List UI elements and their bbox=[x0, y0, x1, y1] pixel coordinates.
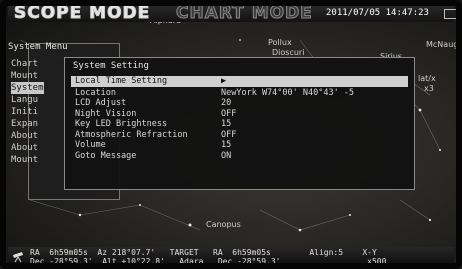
system-setting-title: System Setting bbox=[73, 61, 149, 71]
setting-value: 15 bbox=[221, 119, 232, 129]
sky-label-star: lat/x bbox=[418, 74, 436, 83]
menu-item-about[interactable]: About bbox=[11, 142, 44, 154]
status-line-2: Dec -28°59.3' Alt +10°22.8' Adara Dec -2… bbox=[30, 257, 387, 266]
setting-value: NewYork W74°00' N40°43' -5 bbox=[221, 87, 355, 98]
sky-label-star: x3 bbox=[424, 84, 434, 93]
setting-value: 15 bbox=[221, 140, 232, 150]
setting-value: 20 bbox=[221, 98, 232, 108]
setting-list: Local Time Setting ▶ Location NewYork W7… bbox=[71, 76, 408, 161]
menu-item-language[interactable]: Langu bbox=[11, 94, 44, 106]
datetime-display: 2011/07/05 14:47:23 bbox=[326, 8, 429, 18]
menu-item-expansion[interactable]: Expan bbox=[11, 118, 44, 130]
telescope-icon bbox=[13, 252, 23, 263]
sky-label-star: Canopus bbox=[206, 220, 241, 229]
setting-label: Night Vision bbox=[75, 108, 137, 119]
setting-row-refraction[interactable]: Atmospheric Refraction OFF bbox=[71, 130, 408, 141]
setting-label: Atmospheric Refraction bbox=[75, 129, 188, 140]
setting-label: Goto Message bbox=[75, 150, 137, 161]
menu-item-chart[interactable]: Chart bbox=[11, 58, 44, 70]
sky-label-star: McNaughton bbox=[426, 40, 462, 49]
sky-label-star: Pollux bbox=[268, 38, 292, 47]
system-setting-panel: System Setting Local Time Setting ▶ Loca… bbox=[64, 57, 415, 190]
setting-row-location[interactable]: Location NewYork W74°00' N40°43' -5 bbox=[71, 88, 408, 99]
submenu-arrow-icon: ▶ bbox=[221, 76, 227, 86]
setting-value: ON bbox=[221, 150, 232, 161]
scope-mode-tab[interactable]: SCOPE MODE bbox=[13, 4, 150, 23]
setting-row-volume[interactable]: Volume 15 bbox=[71, 140, 408, 151]
setting-row-goto-message[interactable]: Goto Message ON bbox=[71, 151, 408, 162]
mode-bar: SCOPE MODE CHART MODE 2011/07/05 14:47:2… bbox=[8, 4, 462, 23]
system-menu-list: Chart Mount System Langu Initi Expan Abo… bbox=[11, 58, 44, 166]
telescope-screen: Alphard Pollux Dioscuri Sirius McNaughto… bbox=[0, 0, 462, 269]
setting-row-local-time[interactable]: Local Time Setting ▶ bbox=[71, 76, 408, 87]
setting-label: LCD Adjust bbox=[75, 98, 127, 108]
setting-row-lcd-adjust[interactable]: LCD Adjust 20 bbox=[71, 98, 408, 109]
setting-label: Location bbox=[75, 87, 116, 98]
menu-item-mount[interactable]: Mount bbox=[11, 154, 44, 166]
setting-row-key-led[interactable]: Key LED Brightness 15 bbox=[71, 119, 408, 130]
sky-label-star: Dioscuri bbox=[272, 48, 305, 57]
chart-mode-tab[interactable]: CHART MODE bbox=[176, 4, 313, 23]
setting-value: OFF bbox=[221, 108, 237, 119]
battery-icon bbox=[444, 9, 462, 19]
system-menu-title: System Menu bbox=[8, 42, 68, 52]
setting-label: Local Time Setting bbox=[75, 76, 168, 86]
menu-item-system[interactable]: System bbox=[11, 82, 44, 94]
menu-item-mount[interactable]: Mount bbox=[11, 70, 44, 82]
setting-label: Volume bbox=[75, 140, 106, 150]
status-line-1: RA 6h59m05s Az 218°07.7' TARGET RA 6h59m… bbox=[30, 248, 377, 257]
menu-item-about[interactable]: About bbox=[11, 130, 44, 142]
status-bar: RA 6h59m05s Az 218°07.7' TARGET RA 6h59m… bbox=[8, 247, 454, 267]
setting-value: OFF bbox=[221, 129, 237, 140]
setting-label: Key LED Brightness bbox=[75, 119, 168, 129]
menu-item-initialize[interactable]: Initi bbox=[11, 106, 44, 118]
setting-row-night-vision[interactable]: Night Vision OFF bbox=[71, 109, 408, 120]
